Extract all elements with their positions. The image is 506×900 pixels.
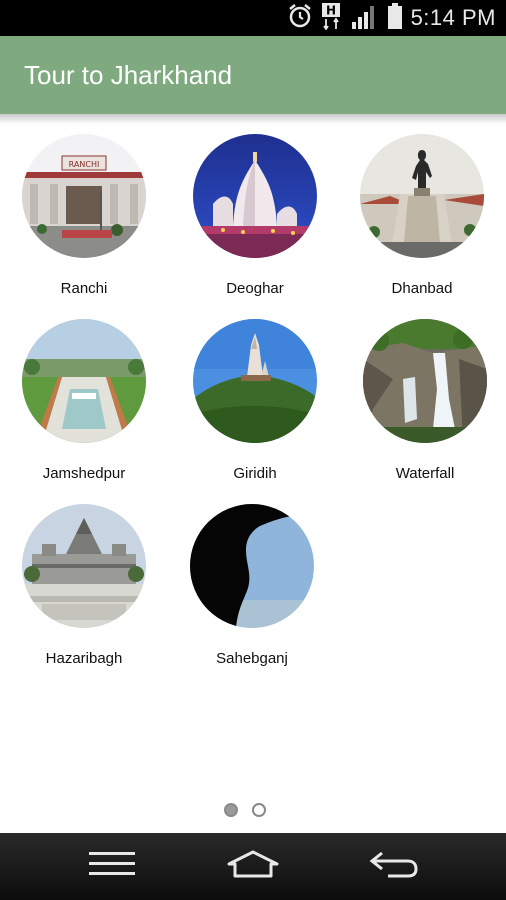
place-label-waterfall[interactable]: Waterfall — [341, 465, 506, 482]
place-label-deoghar[interactable]: Deoghar — [171, 280, 339, 297]
place-tile-waterfall[interactable]: Waterfall — [341, 319, 506, 499]
place-tile-deoghar[interactable]: Deoghar — [171, 134, 339, 314]
back-icon — [368, 849, 420, 884]
jamshedpur-thumbnail[interactable] — [22, 319, 146, 443]
ranchi-thumbnail[interactable]: RANCHI — [22, 134, 146, 258]
place-tile-sahebganj[interactable]: Sahebganj — [168, 504, 336, 684]
page-dot-2[interactable] — [252, 803, 266, 817]
home-icon — [226, 849, 280, 884]
navigation-bar — [0, 833, 506, 900]
menu-icon — [89, 851, 135, 882]
page-dot-1[interactable] — [224, 803, 238, 817]
place-tile-giridih[interactable]: Giridih — [171, 319, 339, 499]
place-label-hazaribagh[interactable]: Hazaribagh — [0, 650, 168, 667]
places-grid: RANCHI Ranchi Deoghar Dhanbad Jamshedpur… — [0, 0, 506, 900]
sahebganj-thumbnail[interactable] — [190, 504, 314, 628]
deoghar-thumbnail[interactable] — [193, 134, 317, 258]
back-button[interactable] — [334, 833, 454, 900]
place-label-sahebganj[interactable]: Sahebganj — [168, 650, 336, 667]
waterfall-thumbnail[interactable] — [363, 319, 487, 443]
place-label-ranchi[interactable]: Ranchi — [0, 280, 168, 297]
giridih-thumbnail[interactable] — [193, 319, 317, 443]
hazaribagh-thumbnail[interactable] — [22, 504, 146, 628]
place-tile-dhanbad[interactable]: Dhanbad — [338, 134, 506, 314]
place-tile-ranchi[interactable]: RANCHI Ranchi — [0, 134, 168, 314]
menu-button[interactable] — [52, 833, 172, 900]
home-button[interactable] — [193, 833, 313, 900]
svg-text:RANCHI: RANCHI — [69, 160, 100, 169]
place-tile-hazaribagh[interactable]: Hazaribagh — [0, 504, 168, 684]
place-tile-jamshedpur[interactable]: Jamshedpur — [0, 319, 168, 499]
place-label-giridih[interactable]: Giridih — [171, 465, 339, 482]
place-label-dhanbad[interactable]: Dhanbad — [338, 280, 506, 297]
page-indicator — [224, 803, 266, 817]
dhanbad-thumbnail[interactable] — [360, 134, 484, 258]
place-label-jamshedpur[interactable]: Jamshedpur — [0, 465, 168, 482]
